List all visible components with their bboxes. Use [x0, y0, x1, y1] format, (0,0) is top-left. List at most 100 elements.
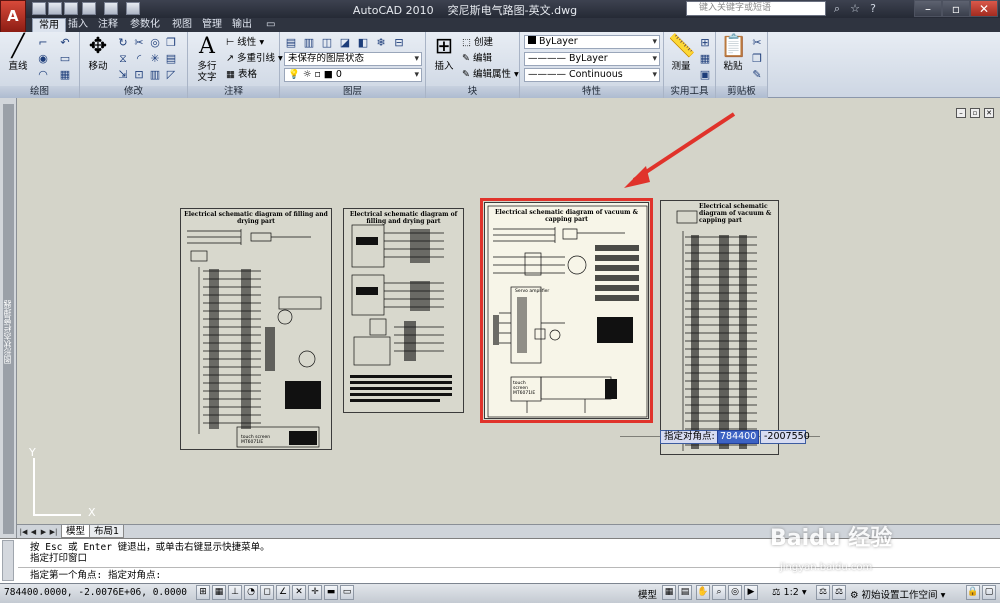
redo-icon[interactable] [104, 2, 118, 15]
prev-tab-arrow[interactable]: ◀ [29, 527, 38, 537]
line-button[interactable]: ╱ 直线 [4, 34, 32, 72]
tab-parametric[interactable]: 参数化 [124, 18, 166, 32]
dyn-toggle[interactable]: ✛ [308, 585, 322, 600]
chamfer-icon[interactable]: ◸ [164, 68, 178, 81]
calculator-icon[interactable]: ▦ [698, 52, 712, 65]
array-icon[interactable]: ▤ [164, 52, 178, 65]
tab-manage[interactable]: 管理 [196, 18, 228, 32]
quick-properties-toggle[interactable]: ▭ [340, 585, 354, 600]
polyline-icon[interactable]: ⌐ [36, 36, 50, 49]
showmotion-icon[interactable]: ▶ [744, 585, 758, 600]
help-icon[interactable]: ? [866, 2, 880, 15]
offset-icon[interactable]: ▥ [148, 68, 162, 81]
current-layer-select[interactable]: 💡 ☼ ▫ ■ 0 [284, 68, 422, 82]
explode-icon[interactable]: ✳ [148, 52, 162, 65]
maximize-button[interactable]: ▫ [942, 0, 970, 17]
otrack-toggle[interactable]: ∠ [276, 585, 290, 600]
quick-select-icon[interactable]: ⊞ [698, 36, 712, 49]
utilities-panel-label[interactable]: 实用工具 [664, 86, 715, 98]
properties-panel-label[interactable]: 特性 [520, 86, 663, 98]
layer-lock-icon[interactable]: ⊟ [392, 36, 406, 49]
mirror-icon[interactable]: ⧖ [116, 52, 130, 65]
insert-button[interactable]: ⊞ 插入 [430, 34, 458, 72]
layer-unisolate-icon[interactable]: ◪ [338, 36, 352, 49]
layer-state-select[interactable]: 未保存的图层状态 [284, 52, 422, 66]
model-space-button[interactable]: 模型 [638, 587, 657, 601]
new-icon[interactable] [32, 2, 46, 15]
polar-toggle[interactable]: ◔ [244, 585, 258, 600]
create-block-button[interactable]: ⬚ 创建 [462, 36, 493, 49]
save-icon[interactable] [64, 2, 78, 15]
zoom-icon[interactable]: ⌕ [712, 585, 726, 600]
undo-arc-icon[interactable]: ↶ [58, 36, 72, 49]
quick-view-layouts-icon[interactable]: ▦ [662, 585, 676, 600]
last-tab-arrow[interactable]: ▶| [49, 527, 58, 537]
toolbar-lock-icon[interactable]: 🔒 [966, 585, 980, 600]
dynamic-input-x[interactable]: 784400 [717, 430, 759, 444]
layer-states-icon[interactable]: ▥ [302, 36, 316, 49]
edit-attribute-button[interactable]: ✎ 编辑属性 ▾ [462, 68, 519, 81]
search-input[interactable]: 键入关键字或短语 [686, 1, 826, 16]
layer-freeze-icon[interactable]: ❄ [374, 36, 388, 49]
command-input[interactable]: 指定第一个角点: 指定对角点: [30, 570, 161, 581]
clipboard-panel-label[interactable]: 剪贴板 [716, 86, 767, 98]
layer-properties-icon[interactable]: ▤ [284, 36, 298, 49]
ortho-toggle[interactable]: ⊥ [228, 585, 242, 600]
coordinates-readout[interactable]: 784400.0000, -2.0076E+06, 0.0000 [4, 587, 187, 598]
id-point-icon[interactable]: ▣ [698, 68, 712, 81]
drawing-restore-button[interactable]: ▫ [970, 108, 980, 118]
workspace-switch[interactable]: ⚙ 初始设置工作空间 ▾ [850, 587, 945, 601]
drawing-close-button[interactable]: ✕ [984, 108, 994, 118]
circle-icon[interactable]: ◉ [36, 52, 50, 65]
ribbon-toggle-button[interactable]: ▭ [260, 18, 281, 32]
cut-icon[interactable]: ✂ [750, 36, 764, 49]
copy-icon[interactable]: ❐ [164, 36, 178, 49]
table-button[interactable]: ▦ 表格 [226, 68, 257, 81]
trim-icon[interactable]: ✂ [132, 36, 146, 49]
tab-model[interactable]: 模型 [61, 525, 91, 538]
lineweight-toggle[interactable]: ▬ [324, 585, 338, 600]
print-icon[interactable] [126, 2, 140, 15]
hatch-icon[interactable]: ▦ [58, 68, 72, 81]
grid-toggle[interactable]: ▦ [212, 585, 226, 600]
paste-button[interactable]: 📋 粘贴 [718, 34, 748, 72]
clean-screen-icon[interactable]: ▢ [982, 585, 996, 600]
annotation-panel-label[interactable]: 注释 [188, 86, 279, 98]
match-properties-icon[interactable]: ✎ [750, 68, 764, 81]
block-panel-label[interactable]: 块 [426, 86, 519, 98]
mtext-button[interactable]: A 多行 文字 [192, 34, 222, 83]
tab-view[interactable]: 视图 [166, 18, 198, 32]
linetype-select[interactable]: ———— ByLayer [524, 52, 660, 66]
annotation-scale[interactable]: ⚖ 1:2 ▾ [772, 587, 807, 598]
stretch-icon[interactable]: ⇲ [116, 68, 130, 81]
rectangle-icon[interactable]: ▭ [58, 52, 72, 65]
fillet-icon[interactable]: ◜ [132, 52, 146, 65]
layer-isolate-icon[interactable]: ◫ [320, 36, 334, 49]
undo-icon[interactable] [82, 2, 96, 15]
pan-icon[interactable]: ✋ [696, 585, 710, 600]
open-icon[interactable] [48, 2, 62, 15]
tab-output[interactable]: 输出 [226, 18, 258, 32]
minimize-button[interactable]: – [914, 0, 942, 17]
scale-icon[interactable]: ⊡ [132, 68, 146, 81]
mleader-button[interactable]: ↗ 多重引线 ▾ [226, 52, 283, 65]
tab-home[interactable]: 常用 [32, 18, 66, 32]
annotation-visibility-icon[interactable]: ⚖ [816, 585, 830, 600]
layers-panel-label[interactable]: 图层 [280, 86, 425, 98]
tab-insert[interactable]: 插入 [62, 18, 94, 32]
arc-icon[interactable]: ◠ [36, 68, 50, 81]
steeringwheel-icon[interactable]: ◎ [728, 585, 742, 600]
tab-layout1[interactable]: 布局1 [89, 525, 125, 538]
move-button[interactable]: ✥ 移动 [84, 34, 112, 72]
linear-dim-button[interactable]: ⊢ 线性 ▾ [226, 36, 264, 49]
edit-block-button[interactable]: ✎ 编辑 [462, 52, 492, 65]
application-menu-button[interactable]: A [0, 0, 26, 34]
infocenter-icon[interactable]: ☆ [848, 2, 862, 15]
snap-mode-toggle[interactable]: ⊞ [196, 585, 210, 600]
measure-button[interactable]: 📏 测量 [666, 34, 696, 72]
copy-clip-icon[interactable]: ❐ [750, 52, 764, 65]
quick-view-drawings-icon[interactable]: ▤ [678, 585, 692, 600]
osnap-toggle[interactable]: ◻ [260, 585, 274, 600]
dynamic-input-y[interactable]: -2007550 [760, 430, 810, 444]
modify-panel-label[interactable]: 修改 [80, 86, 187, 98]
